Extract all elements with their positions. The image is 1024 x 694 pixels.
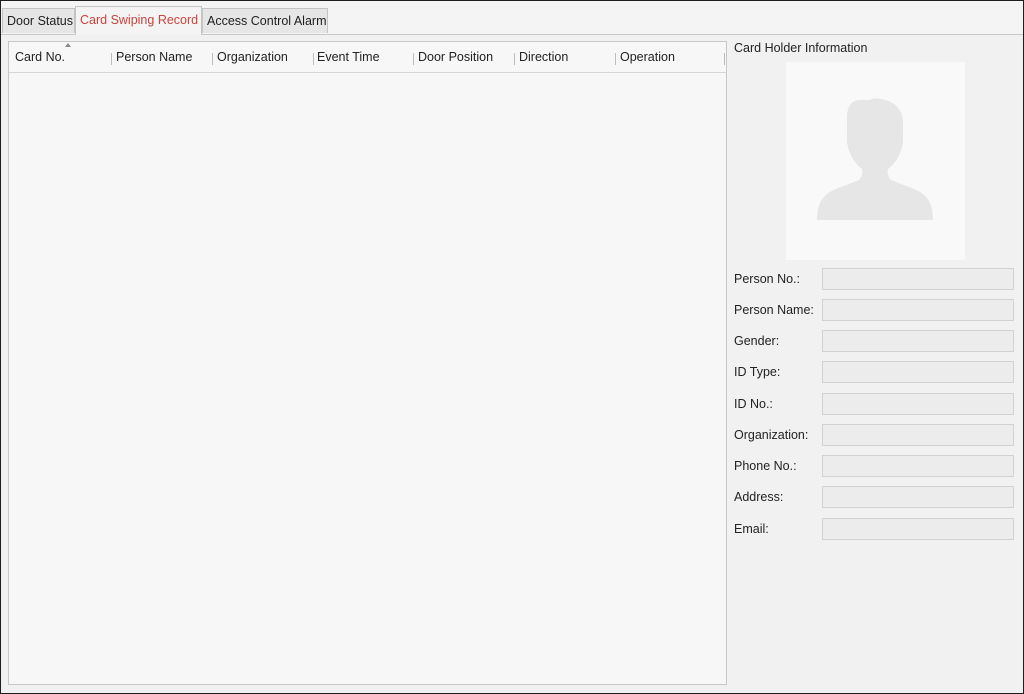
column-resize-handle[interactable] (615, 53, 616, 65)
tab-card-swiping-record[interactable]: Card Swiping Record (75, 6, 202, 35)
column-resize-handle[interactable] (724, 53, 725, 65)
column-resize-handle[interactable] (111, 53, 112, 65)
column-header-operation[interactable]: Operation (620, 42, 716, 72)
access-control-window: Door Status Card Swiping Record Access C… (0, 0, 1024, 694)
column-header-person-name[interactable]: Person Name (116, 42, 212, 72)
tab-access-control-alarm[interactable]: Access Control Alarm (202, 8, 328, 33)
card-holder-info-title: Card Holder Information (734, 41, 868, 55)
person-name-field[interactable] (822, 299, 1014, 321)
address-label: Address: (734, 490, 784, 504)
column-header-door-position[interactable]: Door Position (418, 42, 514, 72)
organization-label: Organization: (734, 428, 809, 442)
table-body[interactable] (9, 73, 726, 684)
person-silhouette-icon (817, 98, 933, 220)
person-photo (786, 62, 965, 260)
card-swiping-record-table: Card No. Person Name Organization Event … (8, 41, 727, 685)
id-no-label: ID No.: (734, 397, 773, 411)
tab-content: Card No. Person Name Organization Event … (1, 35, 1023, 693)
tab-bar: Door Status Card Swiping Record Access C… (1, 1, 1023, 35)
email-label: Email: (734, 522, 769, 536)
column-resize-handle[interactable] (212, 53, 213, 65)
phone-no-label: Phone No.: (734, 459, 797, 473)
sort-ascending-icon (65, 43, 71, 47)
column-header-label: Card No. (15, 50, 66, 64)
column-resize-handle[interactable] (413, 53, 414, 65)
column-resize-handle[interactable] (514, 53, 515, 65)
column-header-organization[interactable]: Organization (217, 42, 313, 72)
column-header-direction[interactable]: Direction (519, 42, 615, 72)
column-resize-handle[interactable] (313, 53, 314, 65)
address-field[interactable] (822, 486, 1014, 508)
gender-field[interactable] (822, 330, 1014, 352)
card-holder-info-panel: Card Holder Information Person No.: Pers… (728, 35, 1023, 693)
tab-door-status[interactable]: Door Status (2, 8, 75, 33)
phone-no-field[interactable] (822, 455, 1014, 477)
person-name-label: Person Name: (734, 303, 814, 317)
person-no-field[interactable] (822, 268, 1014, 290)
id-type-field[interactable] (822, 361, 1014, 383)
column-header-card-no[interactable]: Card No. (15, 42, 111, 72)
table-header: Card No. Person Name Organization Event … (9, 42, 726, 73)
gender-label: Gender: (734, 334, 780, 348)
column-header-event-time[interactable]: Event Time (317, 42, 413, 72)
person-no-label: Person No.: (734, 272, 801, 286)
email-field[interactable] (822, 518, 1014, 540)
organization-field[interactable] (822, 424, 1014, 446)
id-no-field[interactable] (822, 393, 1014, 415)
id-type-label: ID Type: (734, 365, 781, 379)
